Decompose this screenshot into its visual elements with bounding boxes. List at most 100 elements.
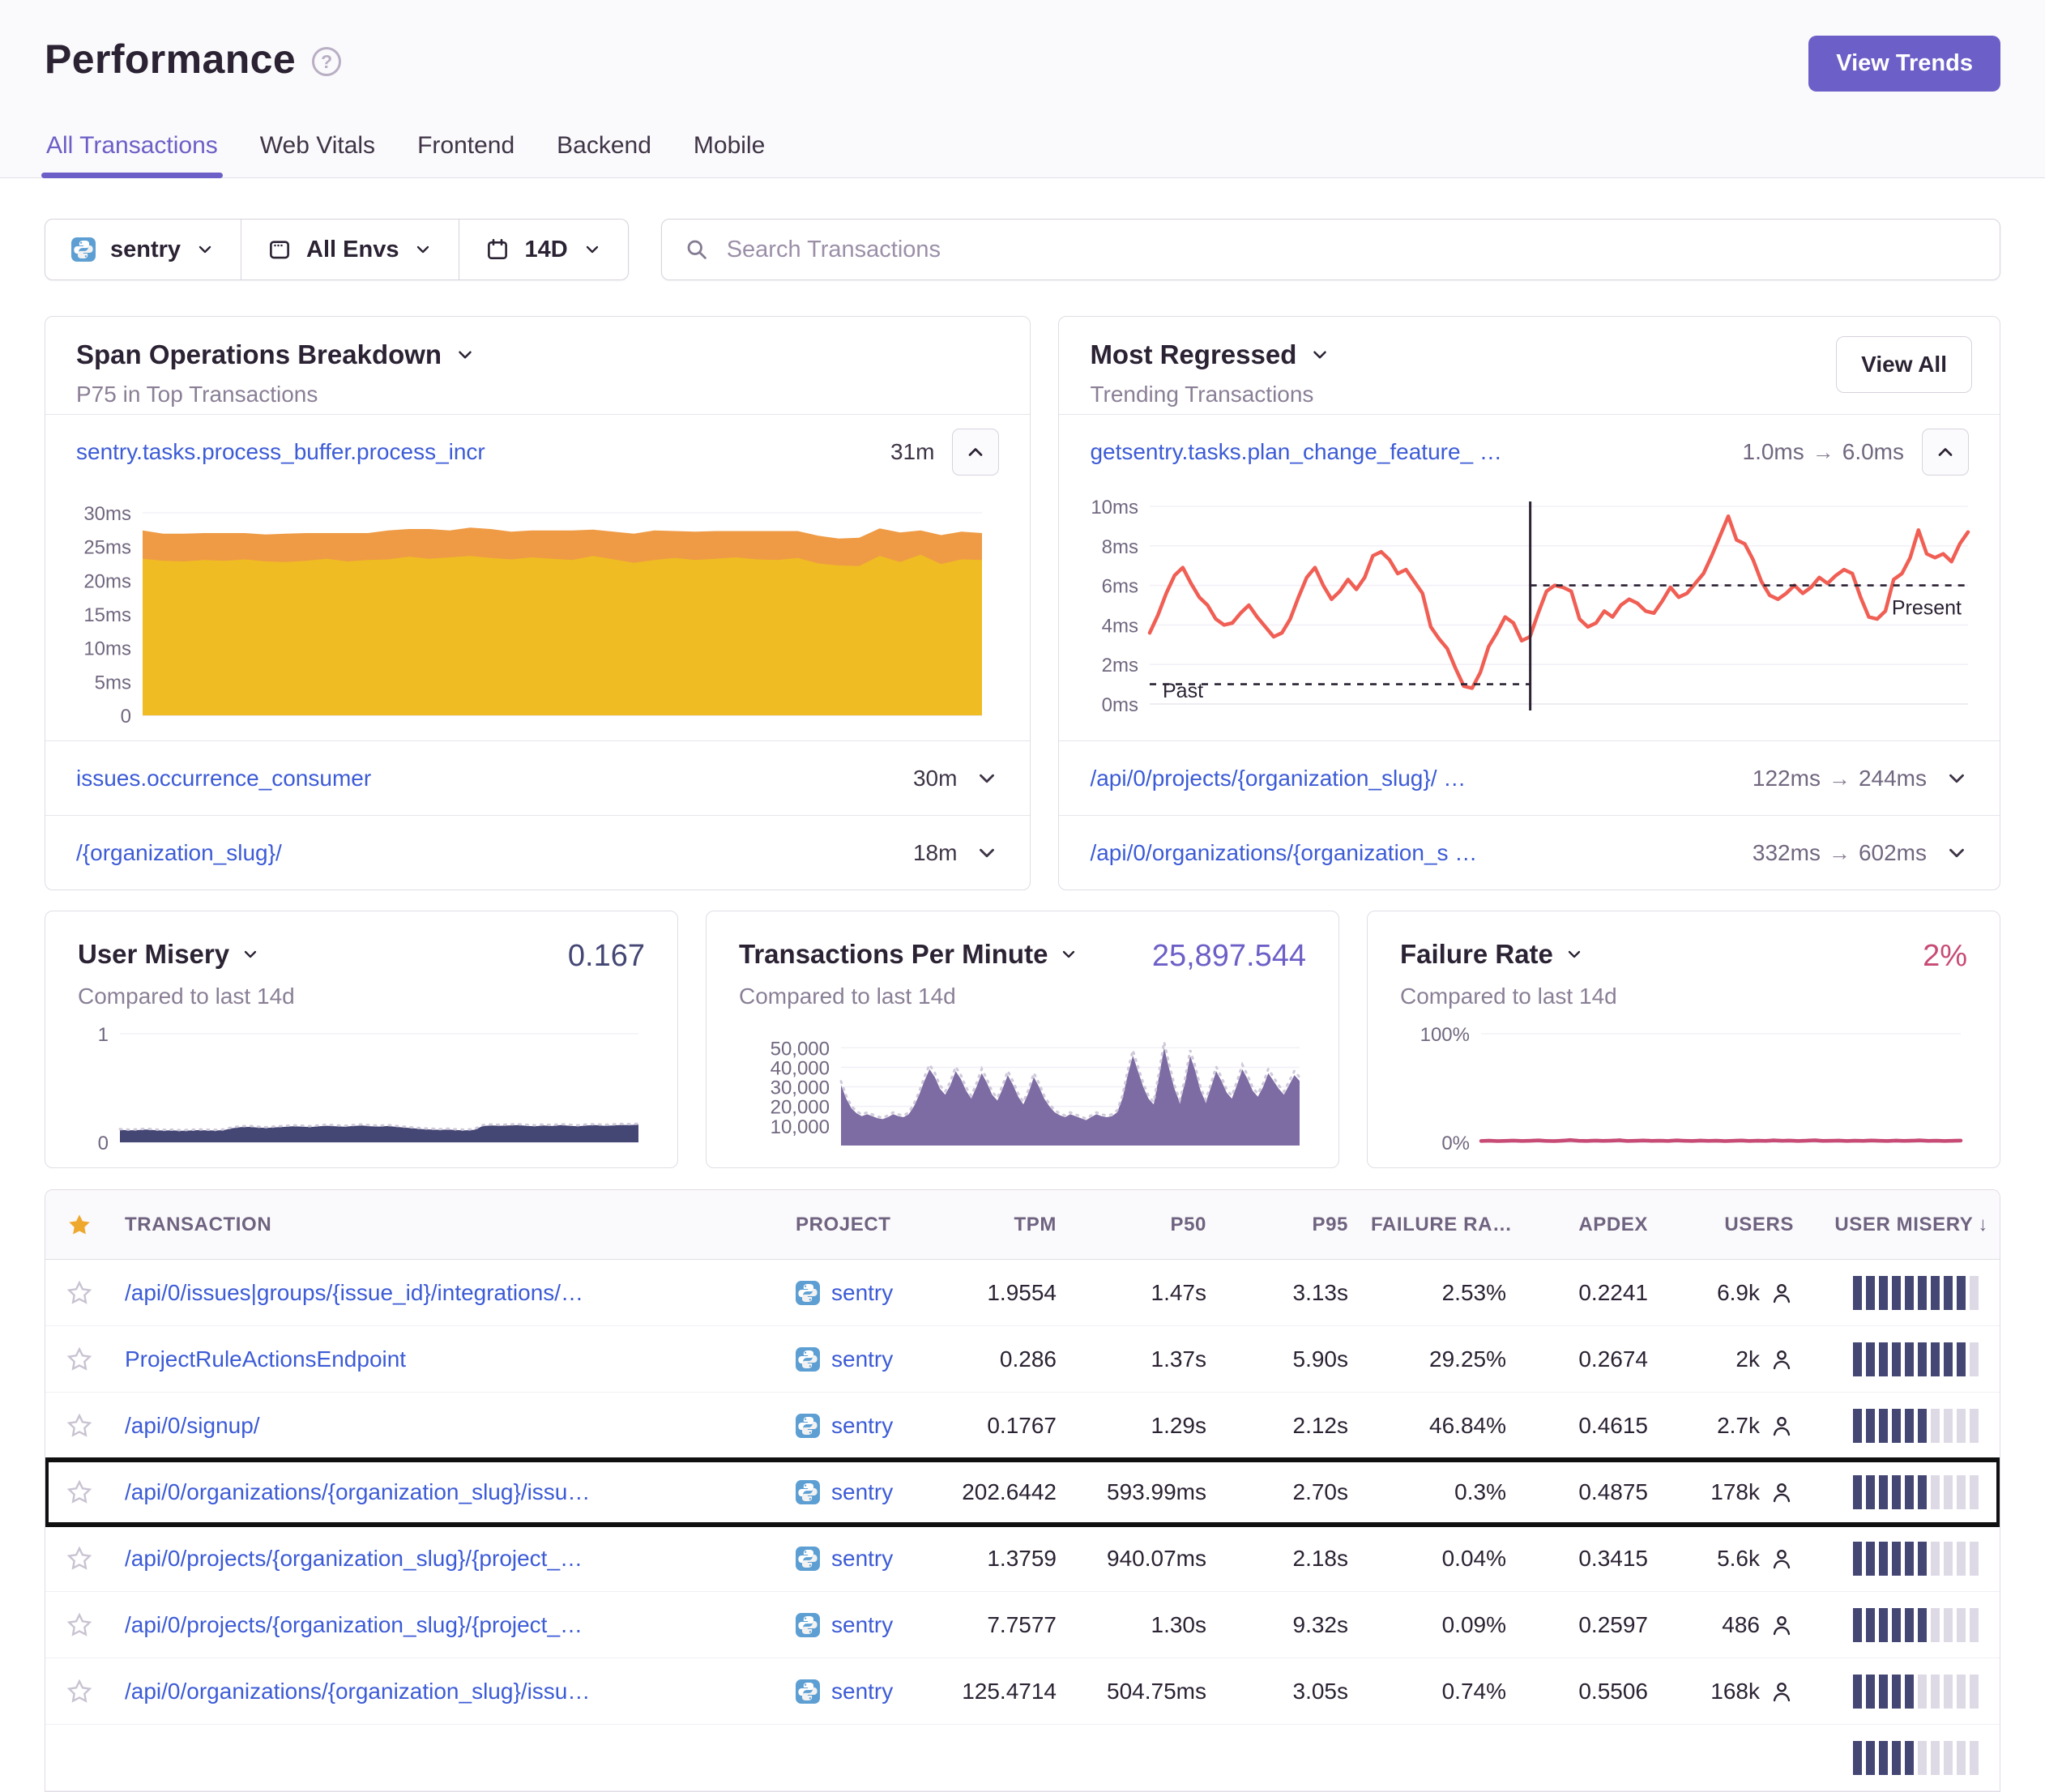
column-header-apdex[interactable]: APDEX	[1518, 1214, 1659, 1236]
transaction-link[interactable]: ProjectRuleActionsEndpoint	[113, 1346, 784, 1372]
favorite-star-button[interactable]	[45, 1546, 113, 1572]
environment-filter-label: All Envs	[306, 237, 399, 263]
transaction-link[interactable]: /api/0/signup/	[113, 1413, 784, 1439]
misery-bar-filled	[1892, 1475, 1901, 1509]
misery-bar-empty	[1957, 1675, 1966, 1709]
python-project-icon	[796, 1613, 820, 1637]
column-header-p95[interactable]: P95	[1218, 1214, 1360, 1236]
failure-rate-chart[interactable]: 100%0%	[1400, 1021, 1967, 1163]
misery-bar-filled	[1957, 1342, 1966, 1376]
regressed-row-link[interactable]: getsentry.tasks.plan_change_feature_ …	[1090, 439, 1724, 465]
column-header-failure_rate[interactable]: FAILURE RA…	[1360, 1214, 1518, 1236]
misery-bar-empty	[1944, 1675, 1953, 1709]
regressed-row-link[interactable]: /api/0/projects/{organization_slug}/ …	[1090, 766, 1734, 791]
transaction-link[interactable]: /api/0/issues|groups/{issue_id}/integrat…	[113, 1280, 784, 1306]
tab-web-vitals[interactable]: Web Vitals	[258, 132, 377, 177]
transaction-link[interactable]: /api/0/organizations/{organization_slug}…	[113, 1479, 784, 1505]
favorite-star-button[interactable]	[45, 1612, 113, 1638]
project-filter[interactable]: sentry	[45, 220, 241, 279]
user-misery-panel: User Misery 0.167 Compared to last 14d 1…	[45, 911, 678, 1168]
misery-bar-filled	[1892, 1741, 1901, 1775]
misery-bar-filled	[1879, 1276, 1888, 1310]
favorite-star-button[interactable]	[45, 1679, 113, 1705]
project-link[interactable]: sentry	[784, 1479, 938, 1505]
user-misery-bars	[1805, 1608, 2000, 1642]
p50-value: 940.07ms	[1068, 1546, 1218, 1572]
tab-backend[interactable]: Backend	[555, 132, 653, 177]
table-row: /api/0/signup/sentry0.17671.29s2.12s46.8…	[45, 1393, 2000, 1459]
failure-rate-subtitle: Compared to last 14d	[1400, 983, 1967, 1009]
help-icon[interactable]: ?	[312, 47, 341, 76]
column-header-user_misery[interactable]: USER MISERY↓	[1805, 1214, 2000, 1236]
p95-value: 5.90s	[1218, 1346, 1360, 1372]
misery-bar-filled	[1957, 1276, 1966, 1310]
svg-text:Past: Past	[1163, 680, 1203, 702]
misery-bar-empty	[1918, 1675, 1927, 1709]
transaction-link[interactable]: /api/0/projects/{organization_slug}/{pro…	[113, 1546, 784, 1572]
column-header-users[interactable]: USERS	[1659, 1214, 1805, 1236]
expand-button[interactable]	[1945, 841, 1969, 865]
transaction-link[interactable]: /api/0/organizations/{organization_slug}…	[113, 1679, 784, 1705]
expand-button[interactable]	[975, 841, 999, 865]
column-header-transaction[interactable]: TRANSACTION	[113, 1214, 784, 1236]
tpm-title-dropdown[interactable]: Transactions Per Minute	[739, 939, 1078, 970]
expand-button[interactable]	[1945, 766, 1969, 791]
date-range-filter[interactable]: 14D	[459, 220, 627, 279]
collapse-button[interactable]	[1922, 429, 1969, 476]
tpm-chart[interactable]: 50,00040,00030,00020,00010,000	[739, 1021, 1306, 1163]
collapse-button[interactable]	[952, 429, 999, 476]
svg-text:20,000: 20,000	[771, 1097, 830, 1119]
misery-bar-empty	[1944, 1741, 1953, 1775]
project-link[interactable]: sentry	[784, 1612, 938, 1638]
star-outline-icon	[66, 1612, 92, 1638]
favorite-star-button[interactable]	[45, 1346, 113, 1372]
column-header-tpm[interactable]: TPM	[938, 1214, 1068, 1236]
environment-filter[interactable]: All Envs	[241, 220, 459, 279]
star-outline-icon	[66, 1546, 92, 1572]
tab-all-transactions[interactable]: All Transactions	[45, 132, 220, 177]
chevron-down-icon	[1945, 766, 1969, 791]
misery-bar-filled	[1918, 1475, 1927, 1509]
project-link[interactable]: sentry	[784, 1413, 938, 1439]
page-header: Performance ? View Trends All Transactio…	[0, 0, 2045, 178]
span-row-value: 31m	[890, 439, 934, 465]
span-row-link[interactable]: issues.occurrence_consumer	[76, 766, 895, 791]
table-row: /api/0/organizations/{organization_slug}…	[45, 1658, 2000, 1725]
regressed-row-link[interactable]: /api/0/organizations/{organization_s …	[1090, 840, 1734, 866]
expand-button[interactable]	[975, 766, 999, 791]
p50-value: 1.29s	[1068, 1413, 1218, 1439]
transaction-link[interactable]: /api/0/projects/{organization_slug}/{pro…	[113, 1612, 784, 1638]
misery-bar-filled	[1918, 1276, 1927, 1310]
project-link[interactable]: sentry	[784, 1346, 938, 1372]
favorite-star-button[interactable]	[45, 1413, 113, 1439]
project-link[interactable]: sentry	[784, 1546, 938, 1572]
column-header-p50[interactable]: P50	[1068, 1214, 1218, 1236]
failure-rate-title-dropdown[interactable]: Failure Rate	[1400, 939, 1584, 970]
misery-bar-filled	[1918, 1409, 1927, 1443]
misery-bar-empty	[1931, 1675, 1940, 1709]
users-value: 168k	[1659, 1679, 1805, 1705]
favorite-star-button[interactable]	[45, 1280, 113, 1306]
span-operations-chart[interactable]: 30ms25ms20ms15ms10ms5ms0	[45, 489, 1030, 740]
project-link[interactable]: sentry	[784, 1280, 938, 1306]
misery-bar-filled	[1866, 1608, 1875, 1642]
view-trends-button[interactable]: View Trends	[1808, 36, 2000, 92]
span-row-link[interactable]: /{organization_slug}/	[76, 840, 895, 866]
user-misery-chart[interactable]: 10	[78, 1021, 645, 1163]
search-input[interactable]	[725, 236, 1977, 264]
project-link[interactable]: sentry	[784, 1679, 938, 1705]
span-operations-title-dropdown[interactable]: Span Operations Breakdown	[76, 339, 999, 370]
most-regressed-chart[interactable]: 10ms8ms6ms4ms2ms0msPastPresent	[1059, 489, 2000, 740]
column-header-star[interactable]	[45, 1212, 113, 1238]
table-row: /api/0/issues|groups/{issue_id}/integrat…	[45, 1260, 2000, 1326]
p95-value: 2.12s	[1218, 1413, 1360, 1439]
svg-text:5ms: 5ms	[95, 672, 131, 693]
users-value: 178k	[1659, 1479, 1805, 1505]
column-header-project[interactable]: PROJECT	[784, 1214, 938, 1236]
favorite-star-button[interactable]	[45, 1479, 113, 1505]
tab-mobile[interactable]: Mobile	[692, 132, 766, 177]
view-all-button[interactable]: View All	[1836, 336, 1972, 393]
span-row-link[interactable]: sentry.tasks.process_buffer.process_incr	[76, 439, 873, 465]
user-misery-title-dropdown[interactable]: User Misery	[78, 939, 260, 970]
tab-frontend[interactable]: Frontend	[416, 132, 516, 177]
